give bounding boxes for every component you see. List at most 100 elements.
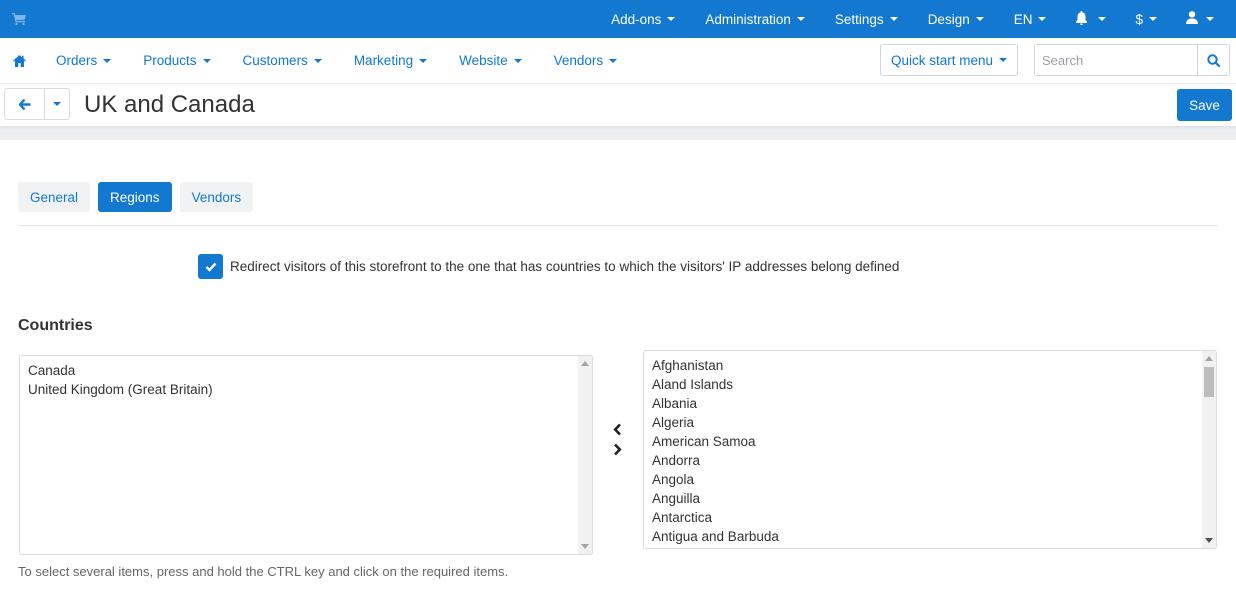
caret-down-icon [609,58,618,63]
caret-down-icon [1038,17,1047,21]
back-button[interactable] [5,89,45,119]
country-option[interactable]: Antigua and Barbuda [652,527,1196,546]
quick-start-menu-button[interactable]: Quick start menu [880,44,1018,76]
caret-down-icon [889,17,898,21]
country-option[interactable]: Antarctica [652,508,1196,527]
move-left-button[interactable] [611,421,623,437]
search-button[interactable] [1197,45,1229,75]
nav-vendors-label: Vendors [553,53,604,68]
page-title: UK and Canada [84,91,255,118]
caret-down-icon [667,17,676,21]
selected-countries-list[interactable]: Canada United Kingdom (Great Britain) [19,355,593,555]
selected-countries-items: Canada United Kingdom (Great Britain) [28,361,572,399]
topmenu-settings[interactable]: Settings [820,0,913,38]
cart-icon[interactable] [12,12,26,26]
caret-down-icon [103,58,112,63]
caret-down-icon [1206,17,1214,21]
nav-customers[interactable]: Customers [225,38,336,84]
caret-down-icon [1149,17,1157,21]
notifications-menu[interactable] [1061,0,1120,38]
currency-selector[interactable]: $ [1120,0,1172,38]
nav-orders-label: Orders [56,53,98,68]
multi-select-hint: To select several items, press and hold … [18,564,509,579]
caret-down-icon [419,58,428,63]
caret-down-icon [513,58,522,63]
topmenu-administration-label: Administration [705,11,791,27]
header-divider-band [0,126,1236,140]
nav-marketing-label: Marketing [353,53,414,68]
redirect-checkbox[interactable] [198,254,223,279]
caret-down-icon [53,102,61,106]
checkmark-icon [205,262,216,272]
nav-customers-label: Customers [242,53,308,68]
nav-vendors[interactable]: Vendors [536,38,632,84]
currency-label: $ [1135,11,1143,27]
topmenu-design-label: Design [927,11,970,27]
search-icon [1207,53,1220,67]
topmenu-addons[interactable]: Add-ons [596,0,690,38]
main-nav: Orders Products Customers Marketing Webs… [0,38,1236,84]
language-selector[interactable]: EN [999,0,1062,38]
country-option[interactable]: Angola [652,470,1196,489]
country-option[interactable]: Canada [28,361,572,380]
chevron-right-icon [613,443,622,455]
page-header: UK and Canada Save [0,84,1236,126]
topmenu-addons-label: Add-ons [611,11,662,27]
country-option[interactable]: United Kingdom (Great Britain) [28,380,572,399]
country-option[interactable]: Anguilla [652,489,1196,508]
scrollbar-thumb[interactable] [1204,367,1214,397]
tab-regions[interactable]: Regions [98,182,172,212]
caret-down-icon [202,58,211,63]
nav-products[interactable]: Products [125,38,224,84]
nav-website[interactable]: Website [441,38,536,84]
nav-marketing[interactable]: Marketing [336,38,441,84]
caret-down-icon [313,58,322,63]
tab-general[interactable]: General [18,182,91,212]
caret-down-icon [999,58,1008,62]
user-menu[interactable] [1172,0,1236,38]
language-label: EN [1013,11,1033,27]
country-option[interactable]: Aland Islands [652,375,1196,394]
arrow-left-icon [18,98,30,110]
tab-vendors[interactable]: Vendors [179,182,254,212]
topmenu-design[interactable]: Design [913,0,999,38]
tabs: General Regions Vendors [18,182,254,212]
nav-website-label: Website [459,53,508,68]
move-buttons [611,421,623,457]
redirect-label: Redirect visitors of this storefront to … [230,259,900,274]
available-countries-items: Afghanistan Aland Islands Albania Algeria Am… [652,356,1196,546]
country-option[interactable]: Andorra [652,451,1196,470]
quick-start-label: Quick start menu [890,52,994,68]
scroll-up-arrow-icon[interactable] [581,361,589,366]
scrollbar[interactable] [1202,351,1216,548]
search-input[interactable] [1035,45,1197,75]
country-option[interactable]: Afghanistan [652,356,1196,375]
nav-products-label: Products [143,53,197,68]
scrollbar[interactable] [578,356,592,554]
tabs-divider [18,225,1218,226]
user-icon [1186,11,1198,27]
caret-down-icon [975,17,984,21]
save-button[interactable]: Save [1177,89,1232,121]
country-option[interactable]: Algeria [652,413,1196,432]
scroll-down-arrow-icon[interactable] [1205,538,1213,543]
available-countries-list[interactable]: Afghanistan Aland Islands Albania Algeria Am… [643,350,1217,549]
move-right-button[interactable] [611,441,623,457]
redirect-option: Redirect visitors of this storefront to … [198,254,899,279]
topmenu-settings-label: Settings [834,11,884,27]
top-bar: Add-ons Administration Settings Design E… [0,0,1236,38]
back-button-group [4,88,70,120]
caret-down-icon [1098,17,1107,21]
home-icon[interactable] [0,54,38,67]
nav-orders[interactable]: Orders [38,38,125,84]
topmenu-administration[interactable]: Administration [690,0,820,38]
chevron-left-icon [612,423,621,435]
scroll-down-arrow-icon[interactable] [581,544,589,549]
country-option[interactable]: Albania [652,394,1196,413]
countries-title: Countries [18,317,93,334]
country-option[interactable]: American Samoa [652,432,1196,451]
search-box [1034,44,1230,76]
back-dropdown-button[interactable] [45,89,69,119]
scroll-up-arrow-icon[interactable] [1205,356,1213,361]
caret-down-icon [796,17,805,21]
